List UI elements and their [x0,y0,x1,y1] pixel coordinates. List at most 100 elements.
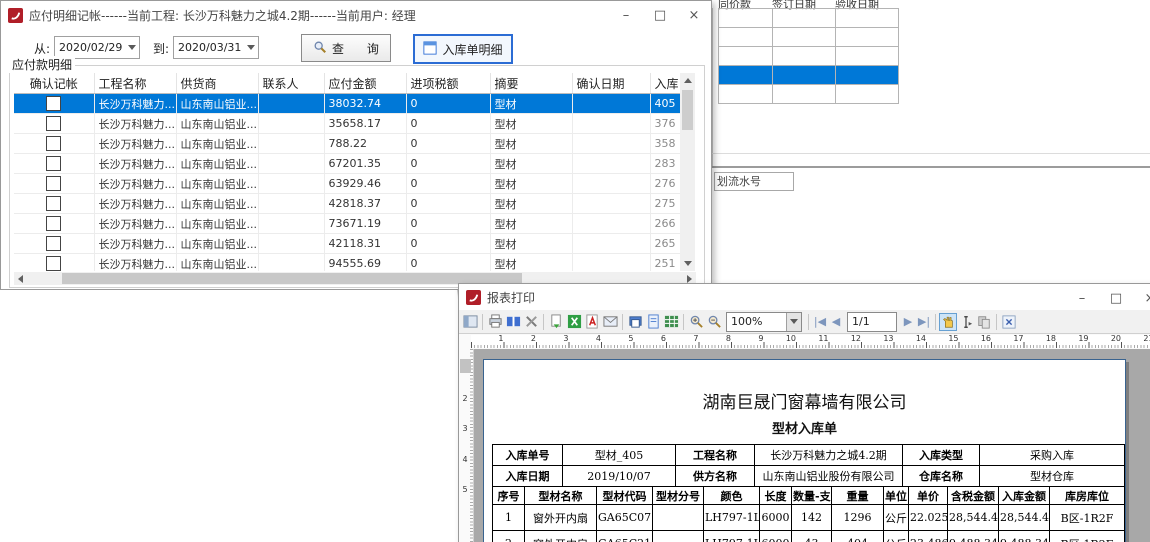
table-row[interactable]: 长沙万科魅力... 山东南山铝业... 94555.69 0 型材 251 [14,254,680,272]
scrollbar-thumb[interactable] [682,90,693,130]
tax-cell: 0 [406,214,490,234]
to-date-select[interactable]: 2020/03/31 [173,36,259,59]
amount-cell: 67201.35 [324,154,406,174]
first-page-button[interactable]: |◀ [812,315,828,328]
query-button[interactable]: 查 询 [301,34,391,62]
table-row[interactable] [718,9,899,28]
column-header[interactable]: 应付金额 [324,73,406,94]
scroll-up-icon[interactable] [680,73,695,88]
confirm-checkbox-cell [14,234,94,254]
column-header[interactable]: 供货商 [176,73,258,94]
book-icon[interactable] [504,313,522,331]
last-page-button[interactable]: ▶| [916,315,932,328]
table-row[interactable]: 长沙万科魅力... 山东南山铝业... 63929.46 0 型材 276 [14,174,680,194]
tools-icon[interactable] [522,313,540,331]
export-excel-icon[interactable] [565,313,583,331]
confirm-date-cell [572,254,650,272]
text-select-tool-icon[interactable] [957,313,975,331]
column-header[interactable]: 进项税额 [406,73,490,94]
stock-detail-button[interactable]: 入库单明细 [413,34,513,64]
page-number-input[interactable]: 1/1 [847,312,897,332]
column-header[interactable]: 确认记帐 [14,73,94,94]
confirm-checkbox[interactable] [46,216,61,231]
column-header[interactable]: 确认日期 [572,73,650,94]
chevron-down-icon[interactable] [786,313,801,331]
table-row[interactable]: 长沙万科魅力... 山东南山铝业... 38032.74 0 型材 405 [14,94,680,114]
confirm-checkbox[interactable] [46,136,61,151]
export-mail-icon[interactable] [601,313,619,331]
confirm-checkbox-cell [14,154,94,174]
confirm-checkbox[interactable] [46,236,61,251]
vertical-scrollbar[interactable] [680,73,695,271]
cell: LH797-1LL [704,505,760,531]
zoom-out-icon[interactable] [705,313,723,331]
close-button[interactable]: × [677,1,711,29]
title-bar[interactable]: 报表打印 – □ × [459,284,1150,311]
preview-panel-icon[interactable] [461,313,479,331]
hand-pan-tool-icon[interactable] [939,313,957,331]
table-row[interactable]: 长沙万科魅力... 山东南山铝业... 73671.19 0 型材 266 [14,214,680,234]
table-row-selected[interactable] [718,66,899,85]
background-contract-window: 同价款 签订日期 验收日期 划流水号 [690,0,1150,330]
table-row[interactable]: 长沙万科魅力... 山东南山铝业... 42818.37 0 型材 275 [14,194,680,214]
close-button[interactable]: × [1133,284,1150,312]
table-row[interactable]: 长沙万科魅力... 山东南山铝业... 35658.17 0 型材 376 [14,114,680,134]
column-header[interactable]: 摘要 [490,73,572,94]
cell: 28,544.40 [948,505,999,531]
project-cell: 长沙万科魅力... [94,154,176,174]
page-icon[interactable] [644,313,662,331]
print-setup-icon[interactable] [626,313,644,331]
confirm-checkbox[interactable] [46,156,61,171]
supplier-cell: 山东南山铝业... [176,234,258,254]
confirm-checkbox[interactable] [46,256,61,271]
table-row[interactable]: 长沙万科魅力... 山东南山铝业... 67201.35 0 型材 283 [14,154,680,174]
chevron-down-icon[interactable] [243,37,258,58]
scrollbar-thumb[interactable] [62,273,522,284]
table-row[interactable] [718,47,899,66]
amount-cell: 73671.19 [324,214,406,234]
column-header: 库房库位 [1050,487,1125,505]
amount-cell: 42118.31 [324,234,406,254]
prev-page-button[interactable]: ◀ [828,315,844,328]
maximize-button[interactable]: □ [643,1,677,29]
table-row[interactable] [718,28,899,47]
column-header[interactable]: 联系人 [258,73,324,94]
maximize-button[interactable]: □ [1099,284,1133,312]
divider [712,8,713,168]
table-row[interactable] [718,85,899,104]
supplier-cell: 山东南山铝业... [176,214,258,234]
title-bar[interactable]: 应付明细记帐------当前工程: 长沙万科魅力之城4.2期------当前用户… [1,1,711,29]
grid-export-icon[interactable] [662,313,680,331]
confirm-checkbox[interactable] [46,116,61,131]
column-header[interactable]: 入库 [650,73,680,94]
next-page-button[interactable]: ▶ [900,315,916,328]
flow-number-field[interactable]: 划流水号 [714,172,794,191]
close-preview-icon[interactable] [1000,313,1018,331]
summary-cell: 型材 [490,214,572,234]
confirm-date-cell [572,234,650,254]
cell: 窗外开内扇 [525,531,597,542]
scroll-down-icon[interactable] [680,256,695,271]
zoom-level-select[interactable]: 100% [726,312,802,332]
scroll-left-icon[interactable] [14,272,27,285]
print-icon[interactable] [486,313,504,331]
supplier-cell: 山东南山铝业... [176,134,258,154]
copy-icon[interactable] [975,313,993,331]
export-pdf-icon[interactable] [583,313,601,331]
confirm-checkbox[interactable] [46,196,61,211]
chevron-down-icon[interactable] [124,37,139,58]
zoom-in-icon[interactable] [687,313,705,331]
minimize-button[interactable]: – [1065,284,1099,312]
confirm-checkbox[interactable] [46,176,61,191]
table-row[interactable]: 长沙万科魅力... 山东南山铝业... 788.22 0 型材 358 [14,134,680,154]
table-row[interactable]: 长沙万科魅力... 山东南山铝业... 42118.31 0 型材 265 [14,234,680,254]
info-label: 工程名称 [676,445,755,466]
confirm-checkbox[interactable] [46,96,61,111]
export-file-icon[interactable] [547,313,565,331]
ruler-scroll-mark[interactable] [460,359,471,373]
column-header[interactable]: 工程名称 [94,73,176,94]
zoom-level-value: 100% [727,315,786,328]
minimize-button[interactable]: – [609,1,643,29]
info-label: 入库类型 [903,445,980,466]
tax-cell: 0 [406,234,490,254]
